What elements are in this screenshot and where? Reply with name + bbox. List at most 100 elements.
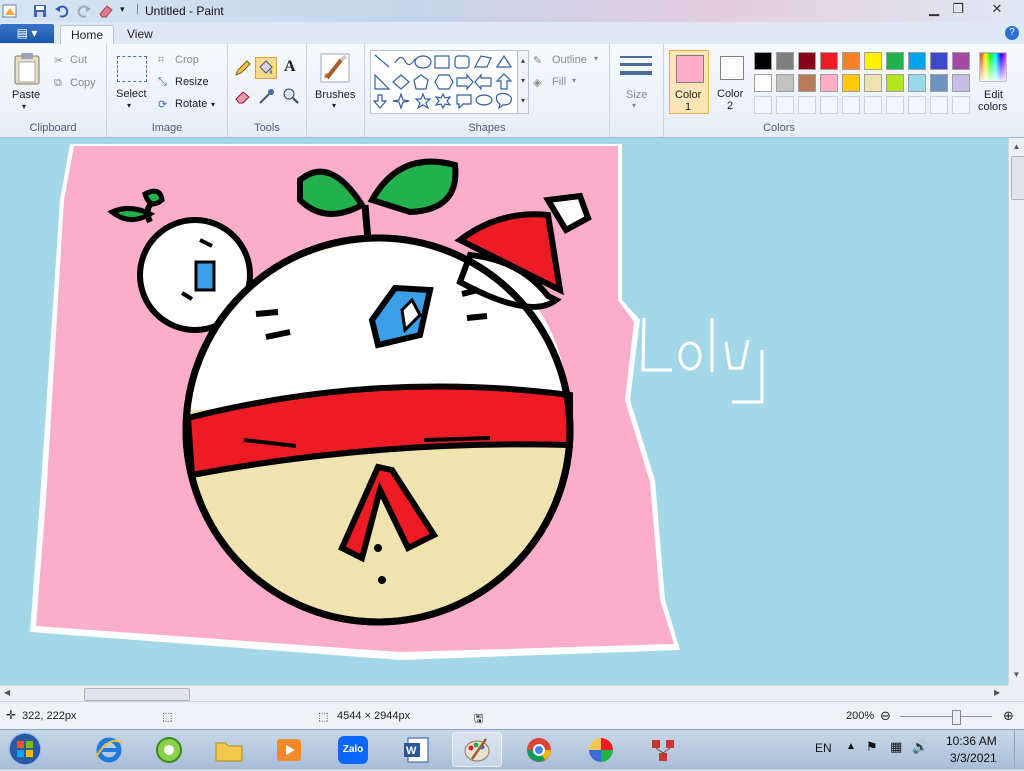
palette-custom-slot[interactable] — [798, 96, 816, 114]
volume-icon[interactable]: 🔊 — [912, 739, 928, 755]
minimize-button[interactable]: ▁ — [921, 1, 947, 17]
brushes-button[interactable]: Brushes — [315, 89, 355, 101]
palette-swatch[interactable] — [754, 74, 772, 92]
fill-tool-button[interactable] — [255, 57, 277, 79]
size-button[interactable]: Size — [626, 89, 647, 101]
cut-button[interactable]: Cut — [70, 54, 87, 66]
edit-colors-label-1[interactable]: Edit — [984, 89, 1003, 101]
rotate-dropdown-icon[interactable]: ▾ — [211, 100, 215, 109]
palette-swatch[interactable] — [930, 52, 948, 70]
resize-button[interactable]: Resize — [175, 76, 209, 88]
edit-colors-icon[interactable] — [979, 52, 1007, 82]
eraser-tool-icon[interactable] — [233, 86, 253, 106]
palette-swatch[interactable] — [930, 74, 948, 92]
taskbar-media[interactable] — [264, 732, 314, 767]
edit-colors-label-2[interactable]: colors — [978, 101, 1007, 113]
palette-swatch[interactable] — [754, 52, 772, 70]
outline-button[interactable]: Outline — [552, 54, 587, 66]
fill-button[interactable]: Fill — [552, 76, 566, 88]
taskbar-ie[interactable] — [84, 732, 134, 767]
shapes-scroll[interactable]: ▴ ▾ ▾ — [517, 50, 529, 114]
taskbar-zalo[interactable]: Zalo — [328, 732, 378, 767]
scroll-right-icon[interactable]: ▶ — [994, 688, 1000, 697]
palette-swatch[interactable] — [776, 74, 794, 92]
redo-icon[interactable] — [76, 3, 92, 19]
pencil-icon[interactable] — [233, 58, 253, 78]
action-center-flag-icon[interactable]: ⚑ — [866, 739, 878, 755]
color1-button[interactable]: Color 1 — [669, 50, 709, 114]
text-tool-icon[interactable]: A — [284, 58, 296, 76]
clock-date[interactable]: 3/3/2021 — [950, 751, 997, 765]
copy-button[interactable]: Copy — [70, 77, 96, 89]
palette-swatch[interactable] — [886, 74, 904, 92]
palette-swatch[interactable] — [864, 74, 882, 92]
brushes-icon[interactable] — [319, 52, 351, 84]
network-icon[interactable]: ▦ — [890, 739, 902, 755]
palette-custom-slot[interactable] — [842, 96, 860, 114]
palette-swatch[interactable] — [952, 74, 970, 92]
palette-swatch[interactable] — [798, 52, 816, 70]
paint-menu-button[interactable]: ▤ ▾ — [0, 24, 54, 43]
fill-dropdown-icon[interactable]: ▾ — [572, 76, 576, 85]
palette-custom-slot[interactable] — [886, 96, 904, 114]
palette-swatch[interactable] — [820, 52, 838, 70]
zoom-slider-thumb[interactable] — [952, 710, 961, 725]
size-dropdown-icon[interactable]: ▾ — [632, 101, 636, 110]
palette-swatch[interactable] — [842, 74, 860, 92]
paste-label[interactable]: Paste — [12, 89, 40, 101]
help-icon[interactable]: ? — [1005, 26, 1019, 40]
tab-home[interactable]: Home — [60, 25, 115, 45]
palette-custom-slot[interactable] — [952, 96, 970, 114]
taskbar-chrome[interactable] — [514, 732, 564, 767]
paste-dropdown-icon[interactable]: ▾ — [22, 102, 26, 111]
taskbar-app-green[interactable] — [144, 732, 194, 767]
shapes-gallery[interactable] — [370, 50, 524, 114]
select-button[interactable]: Select — [116, 88, 147, 100]
eraser-icon[interactable] — [98, 3, 114, 19]
palette-custom-slot[interactable] — [820, 96, 838, 114]
start-button-icon[interactable] — [6, 732, 44, 767]
close-button[interactable]: ✕ — [984, 1, 1010, 17]
paste-icon[interactable] — [12, 52, 42, 86]
taskbar-explorer[interactable] — [204, 732, 254, 767]
palette-swatch[interactable] — [842, 52, 860, 70]
zoom-out-button[interactable]: ⊖ — [880, 708, 891, 724]
palette-swatch[interactable] — [864, 52, 882, 70]
horizontal-scroll-thumb[interactable] — [84, 688, 190, 701]
taskbar-color-app[interactable] — [576, 732, 626, 767]
scroll-down-icon[interactable]: ▼ — [1010, 670, 1023, 680]
scroll-up-icon[interactable]: ▲ — [1010, 142, 1023, 152]
outline-dropdown-icon[interactable]: ▾ — [594, 54, 598, 63]
color2-button[interactable]: Color 2 — [712, 50, 752, 114]
tab-view[interactable]: View — [117, 25, 163, 44]
palette-custom-slot[interactable] — [754, 96, 772, 114]
maximize-button[interactable]: ❐ — [945, 1, 971, 17]
taskbar-word[interactable]: W — [392, 732, 442, 767]
zoom-in-button[interactable]: ⊕ — [1003, 708, 1014, 724]
palette-swatch[interactable] — [820, 74, 838, 92]
clock-time[interactable]: 10:36 AM — [946, 734, 997, 748]
select-icon[interactable] — [117, 56, 147, 82]
customize-quick-access-icon[interactable]: ▾ — [120, 4, 125, 15]
select-dropdown-icon[interactable]: ▾ — [127, 101, 131, 110]
brushes-dropdown-icon[interactable]: ▾ — [332, 101, 336, 110]
palette-swatch[interactable] — [908, 52, 926, 70]
taskbar-paint[interactable] — [452, 732, 502, 767]
color-picker-icon[interactable] — [257, 86, 277, 106]
palette-swatch[interactable] — [886, 52, 904, 70]
crop-button[interactable]: Crop — [175, 54, 199, 66]
palette-swatch[interactable] — [776, 52, 794, 70]
rotate-button[interactable]: Rotate — [175, 98, 207, 110]
palette-swatch[interactable] — [798, 74, 816, 92]
palette-swatch[interactable] — [952, 52, 970, 70]
language-indicator[interactable]: EN — [815, 741, 832, 755]
vertical-scrollbar[interactable]: ▲ ▼ — [1008, 138, 1024, 685]
zoom-slider-track[interactable] — [900, 716, 992, 717]
drawing-canvas[interactable] — [0, 138, 1008, 685]
magnifier-icon[interactable] — [281, 86, 301, 106]
horizontal-scrollbar[interactable]: ◀ ▶ — [0, 685, 1008, 702]
taskbar-network-app[interactable] — [638, 732, 688, 767]
palette-custom-slot[interactable] — [776, 96, 794, 114]
palette-custom-slot[interactable] — [930, 96, 948, 114]
save-icon[interactable] — [32, 3, 48, 19]
